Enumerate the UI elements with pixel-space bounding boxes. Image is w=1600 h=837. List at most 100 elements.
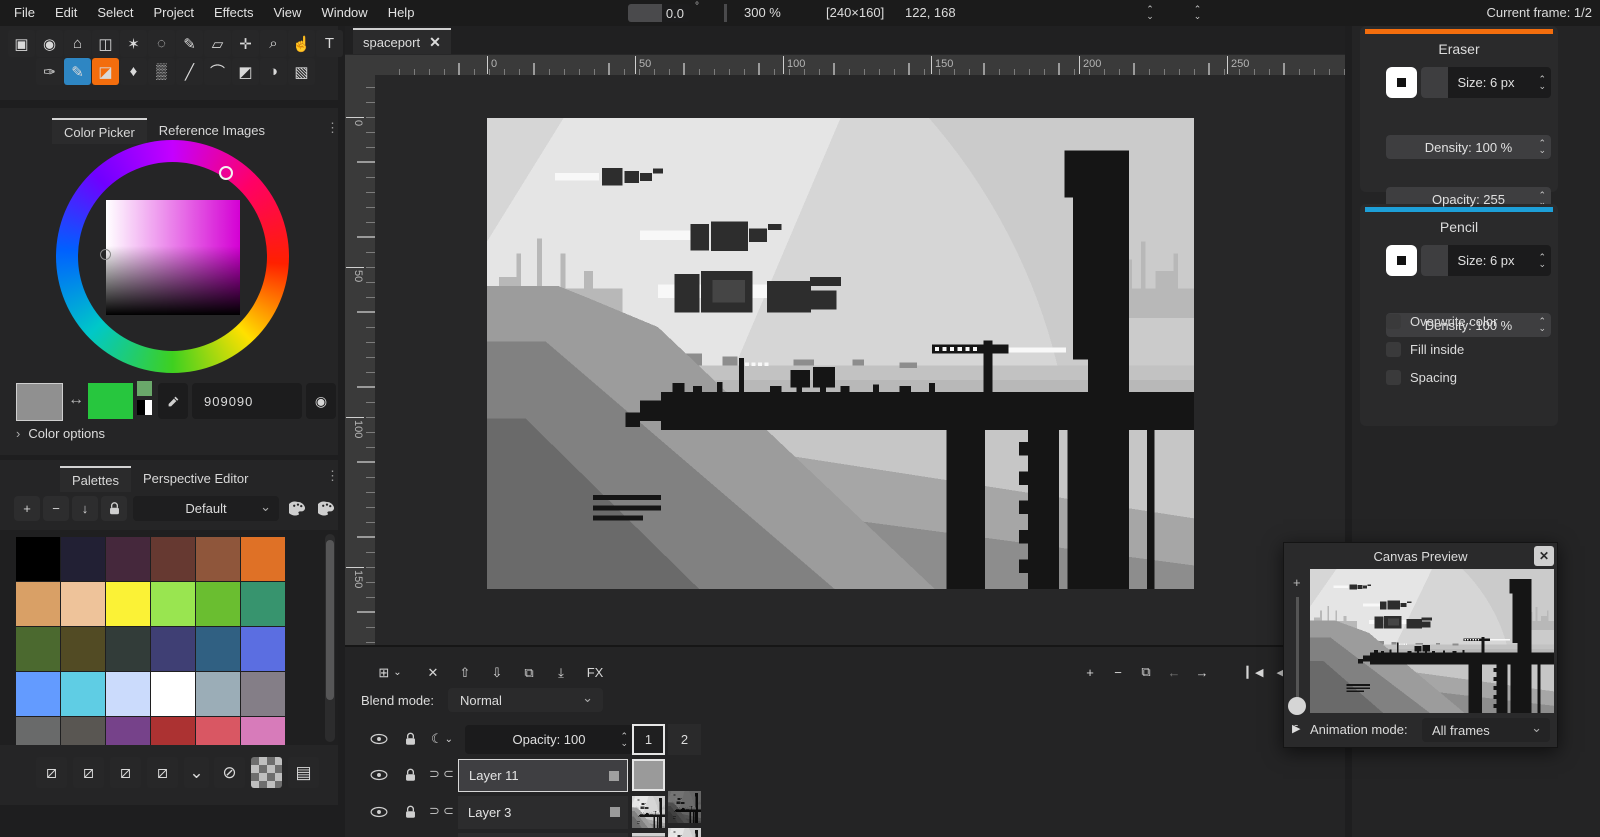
spin-down-icon[interactable]: ⌄ xyxy=(1538,325,1546,332)
tool-line[interactable]: ╱ xyxy=(176,58,203,85)
palette-swatch[interactable] xyxy=(241,537,285,581)
tool-color-picker[interactable]: ✑ xyxy=(36,58,63,85)
link-cel-icon[interactable]: ⊃ xyxy=(429,766,440,782)
swap-colors-icon[interactable]: ↔ xyxy=(68,391,84,409)
vertical-ruler[interactable]: 050100150 xyxy=(345,75,375,645)
palette-swatch[interactable] xyxy=(196,627,240,671)
color-options-expander[interactable]: ›Color options xyxy=(16,426,105,441)
edit-palette-button[interactable] xyxy=(284,496,310,521)
palette-scrollbar[interactable] xyxy=(325,534,335,742)
palette-swatch[interactable] xyxy=(196,582,240,626)
tab-palettes[interactable]: Palettes xyxy=(60,466,131,492)
canvas-viewport[interactable] xyxy=(375,75,1345,645)
layer-fx-button[interactable]: FX xyxy=(580,660,610,685)
tool-transform[interactable]: ▱ xyxy=(204,30,231,57)
tool-zoom[interactable]: ⌕ xyxy=(260,30,287,57)
clone-frame-button[interactable]: ⧉ xyxy=(1134,660,1158,684)
mirror-options-chevron-button[interactable]: ⌄ xyxy=(184,757,209,788)
palette-swatch[interactable] xyxy=(61,537,105,581)
horizontal-ruler[interactable]: 050100150200250 xyxy=(375,55,1345,75)
zoom-in-label[interactable]: + xyxy=(1293,575,1301,590)
close-tab-icon[interactable]: ✕ xyxy=(429,34,441,51)
hex-value[interactable]: 909090 xyxy=(192,394,253,409)
alpha-checker-button[interactable] xyxy=(251,757,282,788)
spacing-checkbox[interactable] xyxy=(1386,370,1401,385)
tool-select-by-color[interactable]: ◫ xyxy=(92,30,119,57)
palette-swatch[interactable] xyxy=(151,537,195,581)
tab-perspective-editor[interactable]: Perspective Editor xyxy=(131,466,261,490)
toggle-all-lock-button[interactable] xyxy=(398,725,422,753)
menu-effects[interactable]: Effects xyxy=(204,0,264,26)
add-palette-color-button[interactable]: + xyxy=(14,496,40,521)
layer-row-selected[interactable]: ⊃ ⊂ Layer 11 xyxy=(345,759,1345,792)
tool-ellipse-select[interactable]: ◉ xyxy=(36,30,63,57)
bw-color-mini[interactable] xyxy=(137,400,152,415)
mirror-d2-button[interactable]: ⧄ xyxy=(147,757,178,788)
fill-inside-checkbox[interactable] xyxy=(1386,342,1401,357)
tool-3d-shape-edit[interactable]: ▧ xyxy=(288,58,315,85)
spacing-row[interactable]: Spacing xyxy=(1386,370,1457,385)
spin-down-icon[interactable]: ⌄ xyxy=(1538,147,1546,154)
cel-thumbnail[interactable] xyxy=(632,833,665,837)
eraser-brush-button[interactable] xyxy=(1386,67,1417,98)
spin-down-icon[interactable]: ⌄ xyxy=(1538,83,1546,90)
palette-swatch[interactable] xyxy=(241,672,285,716)
layer-name-cell[interactable]: Layer 10 xyxy=(458,833,628,837)
palette-select-dropdown[interactable]: Default ⌄ xyxy=(133,496,279,521)
screen-color-picker-button[interactable] xyxy=(158,383,188,419)
layer-name[interactable]: Layer 3 xyxy=(458,805,511,820)
spin-down-icon[interactable]: ⌄ xyxy=(620,740,628,747)
palette-swatch[interactable] xyxy=(151,717,195,745)
delete-layer-button[interactable]: ✕ xyxy=(420,660,446,685)
layer-opacity-slider[interactable]: Opacity: 100 ⌃⌄ xyxy=(465,725,633,754)
tool-shading[interactable]: ▒ xyxy=(148,58,175,85)
alt-color-mini[interactable] xyxy=(137,381,152,396)
tool-magic-wand[interactable]: ✶ xyxy=(120,30,147,57)
menu-edit[interactable]: Edit xyxy=(45,0,87,26)
hue-selector[interactable] xyxy=(219,166,233,180)
menu-project[interactable]: Project xyxy=(144,0,204,26)
palette-swatch[interactable] xyxy=(61,582,105,626)
tool-paint-selection[interactable]: ✎ xyxy=(176,30,203,57)
pencil-brush-button[interactable] xyxy=(1386,245,1417,276)
palette-swatch[interactable] xyxy=(61,672,105,716)
panel-menu-dots-icon[interactable]: ⋮ xyxy=(326,468,339,484)
palette-swatch[interactable] xyxy=(16,672,60,716)
layer-visibility-button[interactable] xyxy=(365,762,393,788)
palette-swatch[interactable] xyxy=(196,537,240,581)
mirror-d1-button[interactable]: ⧄ xyxy=(110,757,141,788)
palette-swatch[interactable] xyxy=(16,582,60,626)
toggle-all-visibility-button[interactable] xyxy=(365,725,393,753)
palette-swatch[interactable] xyxy=(16,717,60,745)
preview-close-button[interactable]: ✕ xyxy=(1534,546,1554,566)
spin-down-icon[interactable]: ⌄ xyxy=(1538,261,1546,268)
go-first-frame-button[interactable]: ▎◀ xyxy=(1242,660,1268,684)
tool-pencil[interactable]: ✎ xyxy=(64,58,91,85)
frame-button-2[interactable]: 2 xyxy=(668,724,701,755)
palette-swatch[interactable] xyxy=(196,672,240,716)
clone-layer-button[interactable]: ⧉ xyxy=(516,660,542,685)
palette-swatch[interactable] xyxy=(151,582,195,626)
palette-swatch[interactable] xyxy=(61,627,105,671)
panel-menu-dots-icon[interactable]: ⋮ xyxy=(326,120,339,136)
dynamics-off-button[interactable]: ⊘ xyxy=(214,757,245,788)
palette-swatch[interactable] xyxy=(151,672,195,716)
tool-lasso[interactable]: ◌ xyxy=(148,30,175,57)
tool-rectangle[interactable]: ◩ xyxy=(232,58,259,85)
canvas-preview-window[interactable]: Canvas Preview ✕ + - xyxy=(1283,542,1558,748)
unlink-cel-icon[interactable]: ⊂ xyxy=(443,766,454,782)
cel-thumbnail[interactable] xyxy=(632,796,665,828)
project-tab[interactable]: spaceport ✕ xyxy=(353,28,451,54)
animation-mode-dropdown[interactable]: All frames ⌄ xyxy=(1422,718,1550,742)
tool-bucket[interactable]: ♦ xyxy=(120,58,147,85)
move-layer-up-button[interactable]: ⇧ xyxy=(452,660,478,685)
palette-swatch[interactable] xyxy=(16,537,60,581)
fill-inside-row[interactable]: Fill inside xyxy=(1386,342,1464,357)
new-palette-button[interactable] xyxy=(313,496,339,521)
tab-color-picker[interactable]: Color Picker xyxy=(52,118,147,144)
scrollbar-thumb[interactable] xyxy=(326,540,334,700)
unlink-cel-icon[interactable]: ⊂ xyxy=(443,803,454,819)
add-layer-button[interactable]: ⊞⌄ xyxy=(368,660,412,685)
palette-swatch[interactable] xyxy=(106,537,150,581)
play-icon[interactable]: ◀ xyxy=(1292,722,1300,735)
